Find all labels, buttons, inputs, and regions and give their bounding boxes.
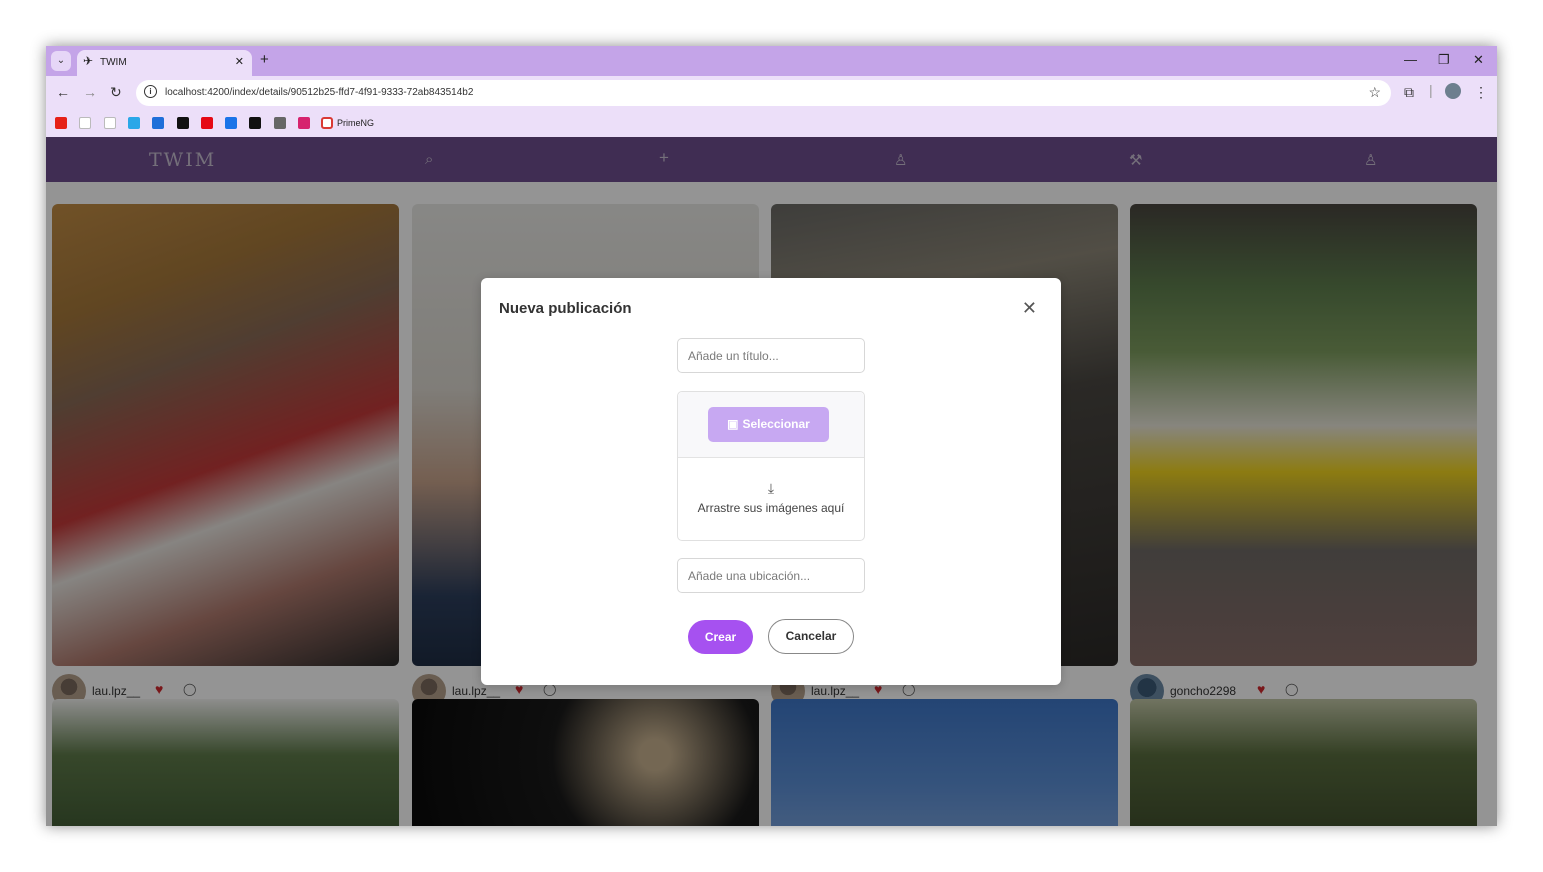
extensions-icon[interactable]: ⧉ [1404, 84, 1414, 101]
bookmark-star-icon[interactable]: ☆ [1368, 84, 1381, 101]
education-bookmark[interactable] [152, 117, 165, 129]
plane-icon: ✈ [83, 54, 94, 68]
chatgpt-bookmark[interactable] [273, 117, 286, 129]
close-window-icon[interactable]: ✕ [1473, 52, 1484, 68]
d-bookmark[interactable] [298, 117, 310, 129]
site-info-icon[interactable]: i [144, 85, 157, 98]
new-tab-button[interactable]: + [260, 51, 269, 68]
select-images-button[interactable]: ▣ Seleccionar [708, 407, 829, 442]
cancel-button[interactable]: Cancelar [768, 619, 854, 654]
address-bar[interactable]: i localhost:4200/index/details/90512b25-… [136, 80, 1391, 106]
tab-strip: ⌄ ✈ TWIM ✕ + — ❐ ✕ [46, 46, 1497, 76]
create-button[interactable]: Crear [688, 620, 753, 654]
more-menu-icon[interactable]: ⋮ [1474, 84, 1488, 101]
browser-window: ⌄ ✈ TWIM ✕ + — ❐ ✕ ← → ↻ i localhost:420… [46, 46, 1497, 826]
s-bookmark[interactable] [249, 117, 262, 129]
drop-zone-text: Arrastre sus imágenes aquí [697, 501, 845, 515]
browser-tab[interactable]: ✈ TWIM ✕ [77, 50, 252, 76]
profile-avatar[interactable] [1445, 83, 1461, 99]
minimize-icon[interactable]: — [1404, 52, 1417, 67]
restore-icon[interactable]: ❐ [1438, 52, 1450, 68]
tab-search-icon[interactable]: ⌄ [51, 51, 71, 71]
new-post-dialog: Nueva publicación ✕ ▣Seleccionar ⤓ Arras… [481, 278, 1061, 685]
github-bookmark[interactable] [103, 117, 116, 129]
title-input[interactable] [677, 338, 865, 373]
play-bookmark[interactable] [225, 117, 238, 129]
image-upload[interactable]: ▣ Seleccionar ⤓ Arrastre sus imágenes aqu… [677, 391, 865, 541]
shield-icon [321, 117, 333, 129]
url-text: localhost:4200/index/details/90512b25-ff… [165, 87, 474, 98]
youtube-bookmark[interactable] [55, 117, 67, 129]
circle-bookmark[interactable] [176, 117, 189, 129]
edge-bookmark[interactable] [127, 117, 140, 129]
close-tab-icon[interactable]: ✕ [235, 55, 244, 68]
browser-toolbar: ← → ↻ i localhost:4200/index/details/905… [46, 76, 1497, 110]
download-icon: ⤓ [767, 480, 775, 496]
tab-title: TWIM [100, 57, 127, 68]
upload-header: ▣ Seleccionar [678, 392, 864, 458]
location-input[interactable] [677, 558, 865, 593]
back-icon[interactable]: ← [56, 84, 70, 100]
dialog-title: Nueva publicación [499, 300, 632, 317]
netflix-bookmark[interactable] [200, 117, 213, 129]
amazon-bookmark[interactable] [79, 117, 92, 129]
toolbar-divider: | [1429, 82, 1433, 98]
select-button-label: Seleccionar [742, 417, 810, 431]
bookmark-primeng[interactable]: PrimeNG [337, 118, 374, 128]
bookmarks-bar: PrimeNG [46, 110, 1497, 137]
close-icon[interactable]: ✕ [1022, 298, 1037, 319]
reload-icon[interactable]: ↻ [110, 84, 122, 101]
forward-icon[interactable]: → [83, 84, 97, 100]
image-icon: ▣ [727, 417, 739, 431]
